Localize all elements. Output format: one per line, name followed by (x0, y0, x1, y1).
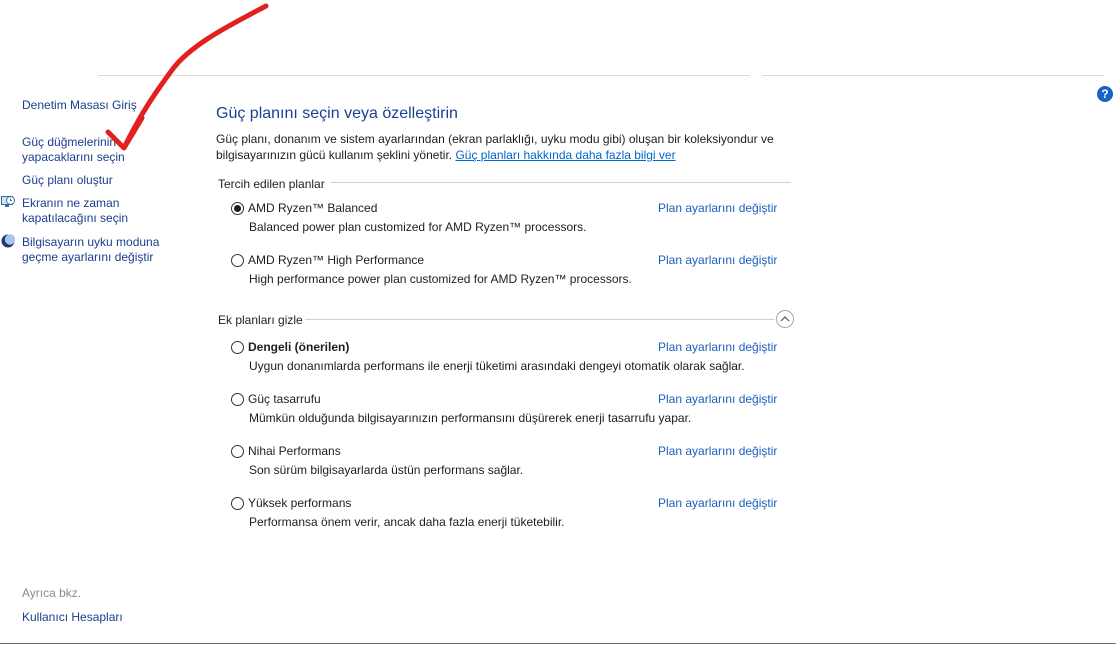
change-plan-settings-link[interactable]: Plan ayarlarını değiştir (658, 201, 777, 215)
plan-description: High performance power plan customized f… (249, 272, 632, 286)
plan-radio[interactable] (231, 445, 244, 458)
user-accounts-link[interactable]: Kullanıcı Hesapları (22, 610, 123, 625)
plan-description: Performansa önem verir, ancak daha fazla… (249, 515, 565, 529)
change-plan-settings-link[interactable]: Plan ayarlarını değiştir (658, 444, 777, 458)
extra-plans-header: Ek planları gizle (218, 313, 303, 327)
plan-description: Son sürüm bilgisayarlarda üstün performa… (249, 463, 524, 477)
change-plan-settings-link[interactable]: Plan ayarlarını değiştir (658, 253, 777, 267)
see-also-label: Ayrıca bkz. (22, 586, 82, 600)
annotation-arrow (105, 3, 269, 151)
change-plan-settings-link[interactable]: Plan ayarlarını değiştir (658, 340, 777, 354)
plan-description: Balanced power plan customized for AMD R… (249, 220, 587, 234)
plan-name[interactable]: Yüksek performans (248, 496, 351, 510)
plan-description: Uygun donanımlarda performans ile enerji… (249, 359, 745, 373)
plan-radio[interactable] (231, 393, 244, 406)
plan-name[interactable]: AMD Ryzen™ Balanced (248, 201, 377, 215)
help-icon[interactable]: ? (1097, 86, 1113, 102)
extra-divider (305, 319, 775, 320)
change-plan-settings-link[interactable]: Plan ayarlarını değiştir (658, 496, 777, 510)
plan-radio[interactable] (231, 202, 244, 215)
more-info-link[interactable]: Güç planları hakkında daha fazla bilgi v… (455, 148, 675, 162)
sidebar-item-sleep-settings[interactable]: Bilgisayarın uyku moduna geçme ayarların… (22, 235, 159, 265)
sidebar-item-display-off[interactable]: Ekranın ne zaman kapatılacağını seçin (22, 196, 128, 226)
sidebar-item-create-plan[interactable]: Güç planı oluştur (22, 173, 113, 188)
plan-radio[interactable] (231, 497, 244, 510)
chevron-up-icon (780, 316, 790, 322)
bottom-border (0, 643, 1116, 644)
top-divider-right (762, 75, 1104, 76)
preferred-divider (331, 182, 791, 183)
change-plan-settings-link[interactable]: Plan ayarlarını değiştir (658, 392, 777, 406)
preferred-plans-header: Tercih edilen planlar (218, 177, 325, 191)
plan-name[interactable]: Nihai Performans (248, 444, 341, 458)
plan-name[interactable]: AMD Ryzen™ High Performance (248, 253, 424, 267)
plan-name[interactable]: Dengeli (önerilen) (248, 340, 349, 354)
plan-radio[interactable] (231, 341, 244, 354)
collapse-button[interactable] (776, 310, 794, 328)
plan-description: Mümkün olduğunda bilgisayarınızın perfor… (249, 411, 692, 425)
moon-icon (1, 234, 15, 248)
page-description: Güç planı, donanım ve sistem ayarlarında… (216, 131, 816, 163)
plan-name[interactable]: Güç tasarrufu (248, 392, 321, 406)
clock-monitor-icon (1, 196, 15, 207)
plan-radio[interactable] (231, 254, 244, 267)
